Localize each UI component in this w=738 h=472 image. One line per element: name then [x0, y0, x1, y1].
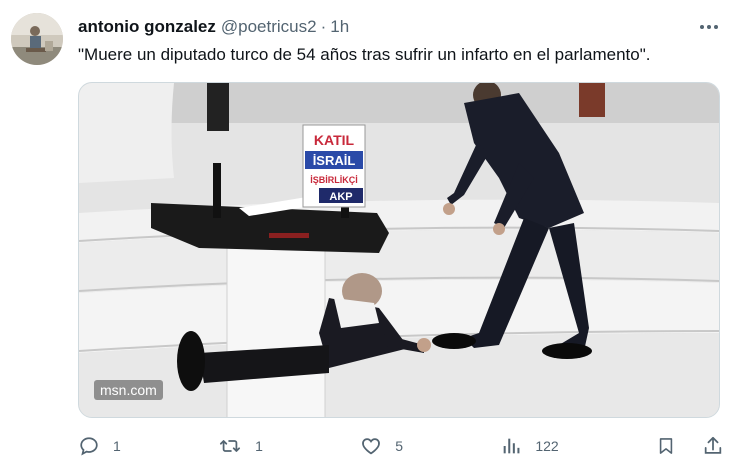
- sign-line-3: İŞBİRLİKÇİ: [310, 175, 358, 185]
- sign-line-2: İSRAİL: [313, 153, 356, 168]
- tweet-media-image[interactable]: KATIL İSRAİL İŞBİRLİKÇİ AKP msn.com: [78, 82, 720, 418]
- like-button[interactable]: 5: [360, 435, 403, 457]
- reply-button[interactable]: 1: [78, 435, 121, 457]
- views-count: 122: [535, 438, 559, 454]
- retweet-count: 1: [255, 438, 263, 454]
- tweet-actions: 1 1 5 122: [78, 433, 724, 459]
- tweet-timestamp[interactable]: 1h: [330, 17, 349, 37]
- author-handle[interactable]: @poetricus2: [221, 17, 317, 37]
- author-name[interactable]: antonio gonzalez: [78, 17, 216, 37]
- share-icon: [704, 436, 722, 454]
- bookmark-icon: [659, 438, 673, 454]
- bookmark-button[interactable]: [656, 435, 676, 457]
- reply-icon: [80, 437, 98, 456]
- more-options-icon[interactable]: [698, 16, 720, 38]
- retweet-button[interactable]: 1: [218, 435, 263, 457]
- like-count: 5: [395, 438, 404, 454]
- tweet-text: "Muere un diputado turco de 54 años tras…: [78, 45, 651, 64]
- separator-dot: ·: [320, 17, 327, 36]
- watermark-label: msn.com: [94, 380, 163, 400]
- sign-line-1: KATIL: [314, 132, 355, 148]
- heart-icon: [362, 438, 381, 455]
- views-chart-icon: [503, 438, 520, 454]
- views-button[interactable]: 122: [500, 435, 559, 457]
- tweet-header: antonio gonzalez @poetricus2 · 1h: [78, 16, 724, 38]
- secondary-actions: [656, 435, 724, 457]
- sign-line-4: AKP: [329, 191, 352, 203]
- avatar[interactable]: [11, 13, 63, 65]
- photo-scene: KATIL İSRAİL İŞBİRLİKÇİ AKP: [79, 83, 719, 417]
- retweet-icon: [220, 440, 241, 452]
- share-button[interactable]: [702, 435, 724, 457]
- reply-count: 1: [113, 438, 121, 454]
